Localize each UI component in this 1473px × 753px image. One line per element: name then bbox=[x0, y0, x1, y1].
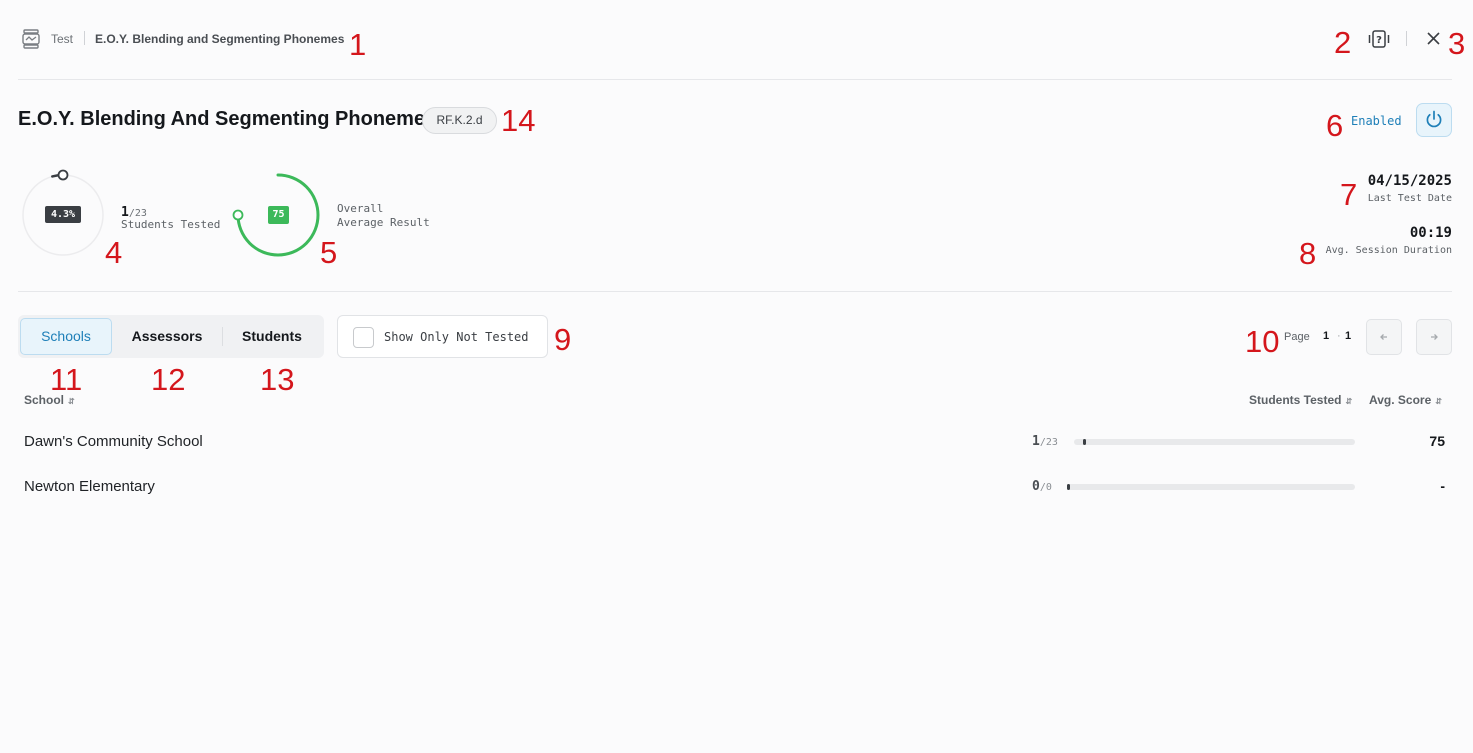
last-test-date-label: Last Test Date bbox=[1367, 193, 1452, 204]
annotation-14: 14 bbox=[501, 103, 536, 138]
annotation-2: 2 bbox=[1334, 25, 1352, 60]
arrow-right-icon bbox=[1431, 334, 1438, 341]
close-icon[interactable] bbox=[1424, 29, 1443, 48]
annotation-7: 7 bbox=[1340, 177, 1358, 212]
standard-badge: RF.K.2.d bbox=[422, 107, 497, 134]
annotation-9: 9 bbox=[554, 322, 572, 357]
annotation-1: 1 bbox=[349, 27, 367, 62]
column-header-school[interactable]: School ⇵ bbox=[24, 393, 75, 407]
annotation-12: 12 bbox=[151, 362, 186, 397]
table-row[interactable]: Newton Elementary 0/0 - bbox=[18, 470, 1452, 504]
svg-text:?: ? bbox=[1376, 35, 1382, 46]
annotation-11: 11 bbox=[50, 362, 83, 397]
annotation-13: 13 bbox=[260, 362, 295, 397]
breadcrumb-separator bbox=[84, 31, 85, 45]
session-duration: 00:19 bbox=[1409, 225, 1452, 241]
annotation-5: 5 bbox=[320, 235, 338, 270]
session-duration-label: Avg. Session Duration bbox=[1325, 245, 1452, 256]
average-result-label-line2: Average Result bbox=[337, 216, 430, 229]
progress-bar bbox=[1074, 439, 1355, 445]
progress-bar-fill bbox=[1083, 439, 1086, 445]
status-label: Enabled bbox=[1351, 114, 1402, 128]
sort-icon: ⇵ bbox=[68, 397, 75, 406]
average-result-value: 75 bbox=[268, 206, 289, 224]
tab-assessors[interactable]: Assessors bbox=[114, 318, 220, 355]
help-question-icon[interactable]: ? bbox=[1368, 29, 1390, 49]
tab-schools[interactable]: Schools bbox=[20, 318, 112, 355]
students-tested-cell: 1/23 bbox=[1032, 434, 1058, 449]
breadcrumb-current: E.O.Y. Blending and Segmenting Phonemes bbox=[95, 32, 345, 46]
not-tested-label: Show Only Not Tested bbox=[384, 330, 529, 344]
avg-score-cell: 75 bbox=[1429, 433, 1445, 449]
school-name: Newton Elementary bbox=[24, 478, 155, 495]
power-icon bbox=[1426, 110, 1442, 128]
page-title: E.O.Y. Blending And Segmenting Phonemes bbox=[18, 108, 437, 130]
average-result-label-line1: Overall bbox=[337, 202, 384, 215]
annotation-3: 3 bbox=[1448, 26, 1466, 61]
header-separator bbox=[1406, 31, 1407, 46]
page-total: 1 bbox=[1345, 330, 1352, 342]
table-row[interactable]: Dawn's Community School 1/23 75 bbox=[18, 425, 1452, 459]
sort-icon: ⇵ bbox=[1435, 397, 1442, 406]
tab-separator bbox=[222, 327, 223, 346]
students-tested-cell: 0/0 bbox=[1032, 479, 1052, 494]
view-tabs: Schools Assessors Students bbox=[18, 315, 324, 358]
progress-bar-fill bbox=[1067, 484, 1070, 490]
avg-score-cell: - bbox=[1440, 478, 1445, 494]
header-divider bbox=[18, 79, 1452, 80]
progress-bar bbox=[1067, 484, 1355, 490]
last-test-date: 04/15/2025 bbox=[1367, 173, 1452, 189]
test-icon bbox=[22, 29, 40, 49]
students-tested-label: Students Tested bbox=[121, 218, 221, 231]
annotation-4: 4 bbox=[105, 235, 123, 270]
page-separator: · bbox=[1337, 330, 1341, 342]
column-header-students-tested[interactable]: Students Tested ⇵ bbox=[1249, 393, 1352, 407]
breadcrumb-parent[interactable]: Test bbox=[51, 32, 73, 46]
school-name: Dawn's Community School bbox=[24, 433, 203, 450]
annotation-8: 8 bbox=[1299, 236, 1317, 271]
tab-students[interactable]: Students bbox=[224, 318, 320, 355]
page-label: Page bbox=[1284, 331, 1310, 343]
students-tested-percent: 4.3% bbox=[45, 206, 81, 223]
show-only-not-tested-toggle[interactable]: Show Only Not Tested bbox=[337, 315, 548, 358]
annotation-6: 6 bbox=[1326, 108, 1344, 143]
arrow-left-icon bbox=[1380, 334, 1387, 341]
column-header-avg-score[interactable]: Avg. Score ⇵ bbox=[1369, 393, 1442, 407]
prev-page-button[interactable] bbox=[1366, 319, 1402, 355]
not-tested-checkbox[interactable] bbox=[353, 327, 374, 348]
page-current: 1 bbox=[1323, 330, 1330, 342]
power-toggle-button[interactable] bbox=[1416, 103, 1452, 137]
sort-icon: ⇵ bbox=[1345, 397, 1353, 406]
next-page-button[interactable] bbox=[1416, 319, 1452, 355]
annotation-10: 10 bbox=[1245, 324, 1280, 359]
stats-divider bbox=[18, 291, 1452, 292]
